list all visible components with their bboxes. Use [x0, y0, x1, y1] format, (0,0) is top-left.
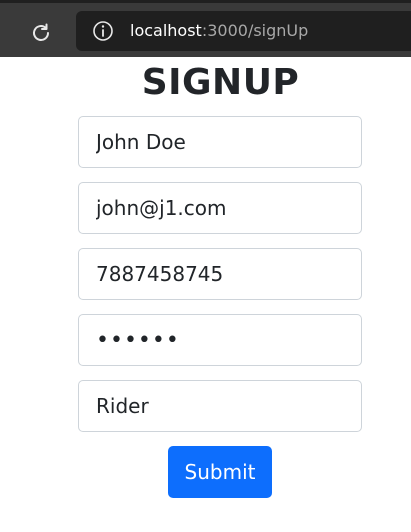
reload-button[interactable]: [26, 18, 56, 48]
browser-toolbar: localhost:3000/signUp: [0, 0, 411, 57]
password-field[interactable]: [78, 314, 362, 366]
page-title: SIGNUP: [141, 62, 300, 103]
role-field[interactable]: [78, 380, 362, 432]
name-field[interactable]: [78, 116, 362, 168]
address-bar[interactable]: localhost:3000/signUp: [76, 11, 411, 51]
email-field[interactable]: [78, 182, 362, 234]
phone-field[interactable]: [78, 248, 362, 300]
url-host: localhost: [130, 21, 202, 40]
url-text: localhost:3000/signUp: [130, 21, 308, 41]
submit-button[interactable]: Submit: [168, 446, 272, 498]
reload-icon: [33, 23, 49, 41]
url-path: :3000/signUp: [201, 21, 309, 40]
signup-page: SIGNUP Submit: [0, 57, 411, 532]
info-icon[interactable]: [92, 20, 114, 42]
tab-strip-edge: [0, 0, 411, 3]
